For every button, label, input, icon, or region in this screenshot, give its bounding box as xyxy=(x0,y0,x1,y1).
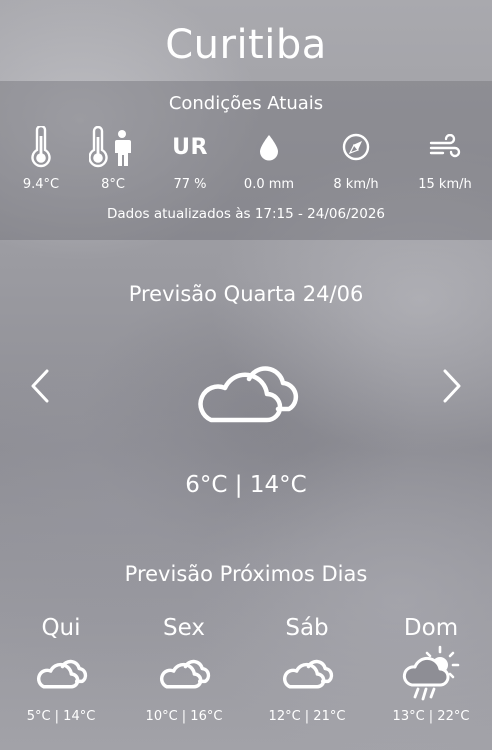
cloudy-icon xyxy=(129,645,239,701)
city-title: Curitiba xyxy=(165,22,327,68)
wind-gust-icon xyxy=(404,125,486,169)
day-forecast-thu[interactable]: Qui 5°C | 14°C xyxy=(6,615,116,724)
chevron-right-icon xyxy=(443,369,461,403)
rain-drop-icon xyxy=(228,125,310,169)
forecast-title: Previsão Quarta 24/06 xyxy=(128,282,364,306)
day-forecast-sat[interactable]: Sáb 12°C | 21°C xyxy=(252,615,362,724)
day-name: Sex xyxy=(163,615,205,641)
stat-temperature: 9.4°C xyxy=(0,125,82,192)
stat-rain: 0.0 mm xyxy=(228,125,310,192)
next-days-title: Previsão Próximos Dias xyxy=(124,562,368,586)
humidity-ur-icon: UR xyxy=(149,125,231,169)
sun-rain-cloud-icon xyxy=(376,645,486,701)
humidity-label: UR xyxy=(172,134,208,160)
day-name: Sáb xyxy=(285,615,329,641)
cloudy-icon xyxy=(6,645,116,701)
wind-direction-icon xyxy=(315,125,397,169)
stat-wind: 8 km/h xyxy=(315,125,397,192)
stat-value: 8°C xyxy=(101,177,125,192)
day-temperature: 5°C | 14°C xyxy=(26,709,96,724)
stat-value: 9.4°C xyxy=(22,177,60,192)
last-updated-text: Dados atualizados às 17:15 - 24/06/2026 xyxy=(107,206,385,222)
cloudy-icon xyxy=(191,352,301,432)
day-name: Qui xyxy=(41,615,81,641)
stat-humidity: UR 77 % xyxy=(149,125,231,193)
stat-value: 77 % xyxy=(173,177,207,192)
stat-value: 0.0 mm xyxy=(243,177,295,192)
forecast-temperature: 6°C | 14°C xyxy=(185,472,307,498)
next-day-button[interactable] xyxy=(434,366,470,406)
current-conditions-title: Condições Atuais xyxy=(168,93,324,114)
day-name: Dom xyxy=(403,615,459,641)
day-forecast-fri[interactable]: Sex 10°C | 16°C xyxy=(129,615,239,724)
stat-value: 15 km/h xyxy=(418,177,472,192)
chevron-left-icon xyxy=(31,369,49,403)
day-temperature: 12°C | 21°C xyxy=(268,709,346,724)
stat-value: 8 km/h xyxy=(333,177,379,192)
cloudy-icon xyxy=(252,645,362,701)
stat-wind-gust: 15 km/h xyxy=(404,125,486,192)
thermometer-icon xyxy=(0,125,82,169)
current-conditions-panel: Condições Atuais 9.4°C 8°C UR 77 % 0.0 m… xyxy=(0,81,492,240)
stat-feels-like: 8°C xyxy=(72,125,154,192)
feels-like-icon xyxy=(72,125,154,169)
previous-day-button[interactable] xyxy=(22,366,58,406)
day-temperature: 10°C | 16°C xyxy=(145,709,223,724)
day-forecast-sun[interactable]: Dom 13°C | 22°C xyxy=(376,615,486,724)
day-temperature: 13°C | 22°C xyxy=(392,709,470,724)
